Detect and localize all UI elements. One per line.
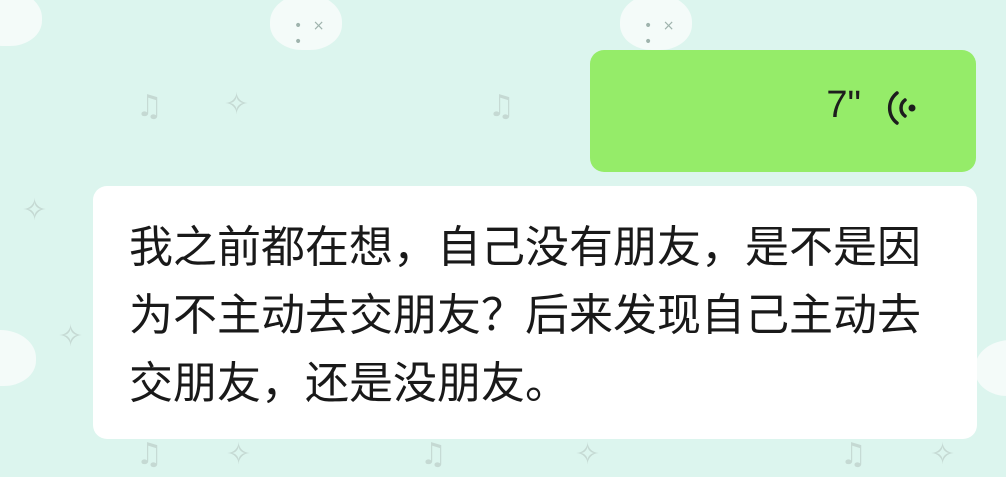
bunny-icon bbox=[0, 330, 36, 386]
sparkle-icon: ✧ bbox=[22, 193, 48, 228]
music-note-icon: ♫ bbox=[488, 89, 515, 124]
music-note-icon: ♫ bbox=[840, 437, 867, 472]
voice-duration-label: 7" bbox=[826, 84, 861, 126]
bunny-icon: • × • bbox=[620, 0, 692, 50]
voice-wave-icon bbox=[887, 91, 916, 125]
voice-message-bubble[interactable]: 7" bbox=[590, 50, 976, 172]
bunny-icon bbox=[975, 340, 1006, 396]
message-text: 我之前都在想，自己没有朋友，是不是因为不主动去交朋友？后来发现自己主动去交朋友，… bbox=[129, 222, 921, 409]
music-note-icon: ♫ bbox=[136, 437, 163, 472]
sparkle-icon: ✧ bbox=[226, 437, 252, 472]
bunny-icon: • × • bbox=[270, 0, 342, 50]
music-note-icon: ♫ bbox=[136, 89, 163, 124]
bunny-icon bbox=[0, 0, 42, 46]
sparkle-icon: ✧ bbox=[224, 87, 250, 122]
music-note-icon: ♫ bbox=[420, 437, 447, 472]
sparkle-icon: ✧ bbox=[575, 437, 601, 472]
sparkle-icon: ✧ bbox=[930, 437, 956, 472]
text-message-bubble[interactable]: 我之前都在想，自己没有朋友，是不是因为不主动去交朋友？后来发现自己主动去交朋友，… bbox=[93, 186, 977, 439]
sparkle-icon: ✧ bbox=[58, 319, 84, 354]
